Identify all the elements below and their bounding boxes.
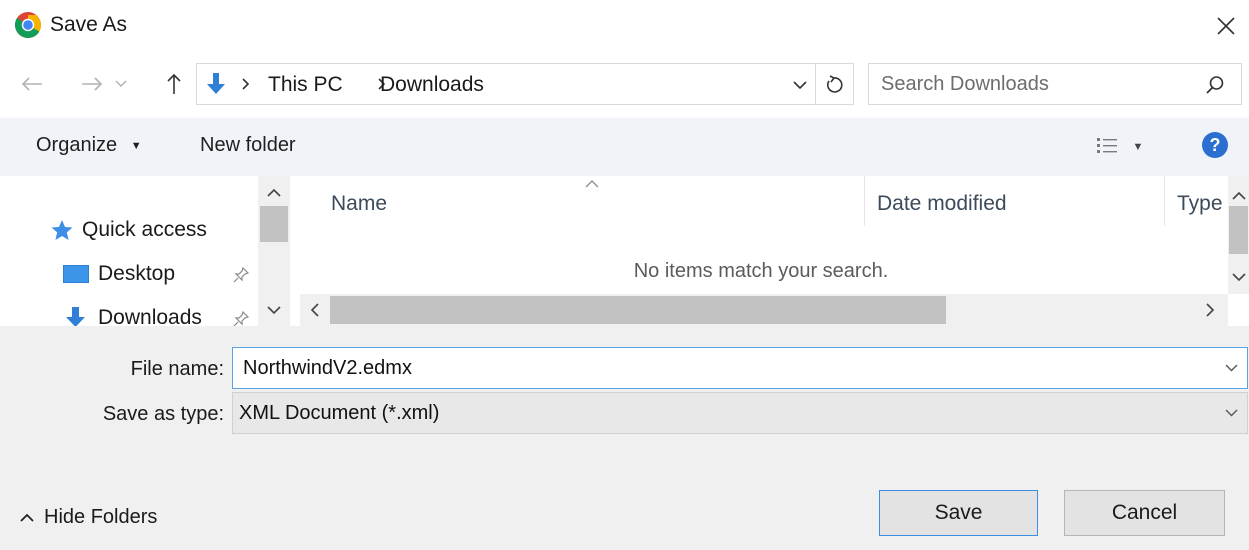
scroll-up-icon[interactable] (1230, 186, 1248, 204)
desktop-icon (63, 265, 89, 283)
breadcrumb-this-pc[interactable]: This PC (268, 73, 343, 97)
organize-button[interactable]: Organize ▼ (36, 134, 142, 157)
empty-message: No items match your search. (633, 260, 889, 282)
change-view-button[interactable]: ▼ (1088, 133, 1150, 161)
file-name-input[interactable] (243, 348, 1203, 388)
nav-pane-scrollbar[interactable] (258, 176, 290, 326)
save-as-type-label: Save as type: (102, 403, 224, 425)
pin-icon (230, 308, 252, 326)
scroll-thumb[interactable] (330, 296, 946, 324)
file-list-horizontal-scrollbar[interactable] (300, 294, 1228, 326)
hide-folders-button[interactable]: Hide Folders (20, 506, 157, 529)
window-title: Save As (50, 13, 128, 36)
help-button[interactable]: ? (1200, 130, 1230, 160)
chevron-down-icon (793, 80, 807, 89)
svg-text:?: ? (1210, 135, 1221, 155)
save-button[interactable]: Save (879, 490, 1038, 536)
breadcrumb-downloads[interactable]: Downloads (380, 73, 484, 97)
scroll-down-icon[interactable] (264, 300, 284, 320)
up-button[interactable] (160, 64, 188, 104)
download-folder-icon (203, 71, 229, 97)
chevron-down-icon (115, 80, 127, 88)
chrome-icon (14, 11, 42, 39)
save-as-type-select[interactable]: XML Document (*.xml) (232, 392, 1248, 434)
dropdown-caret-icon: ▼ (1132, 141, 1144, 153)
column-divider (864, 176, 865, 226)
close-icon (1217, 17, 1235, 35)
nav-item-downloads[interactable]: Downloads (62, 306, 202, 326)
scroll-up-icon[interactable] (264, 182, 284, 202)
nav-item-desktop[interactable]: Desktop (62, 262, 175, 286)
refresh-icon (826, 75, 843, 93)
refresh-button[interactable] (819, 70, 849, 100)
breadcrumb-separator-icon (239, 75, 253, 93)
file-name-dropdown-button[interactable] (1223, 360, 1239, 376)
close-button[interactable] (1206, 6, 1246, 46)
scroll-left-icon[interactable] (304, 300, 324, 320)
organize-label: Organize (36, 134, 118, 156)
up-arrow-icon (167, 73, 181, 94)
file-name-combobox[interactable] (232, 347, 1248, 389)
save-as-type-value: XML Document (*.xml) (239, 402, 440, 424)
command-toolbar: Organize ▼ New folder ▼ ? (0, 118, 1249, 176)
search-box[interactable] (868, 63, 1242, 105)
column-divider (1164, 176, 1165, 226)
nav-item-label: Downloads (98, 306, 202, 326)
scroll-thumb[interactable] (260, 206, 288, 242)
address-dropdown-button[interactable] (789, 76, 811, 94)
address-bar[interactable]: This PC Downloads (196, 63, 854, 105)
pin-icon (230, 264, 252, 286)
divider (815, 64, 816, 104)
forward-arrow-icon (82, 77, 103, 91)
chevron-up-icon (20, 513, 34, 522)
scroll-right-icon[interactable] (1200, 300, 1220, 320)
back-arrow-icon (21, 77, 42, 91)
scroll-down-icon[interactable] (1230, 268, 1248, 286)
scroll-thumb[interactable] (1229, 206, 1248, 254)
sort-ascending-icon (582, 178, 602, 190)
chevron-down-icon (1225, 409, 1237, 417)
star-icon (51, 220, 73, 240)
new-folder-button[interactable]: New folder (200, 134, 296, 157)
search-icon (1203, 73, 1227, 97)
title-bar (0, 0, 1249, 52)
column-header-type[interactable]: Type (1177, 192, 1223, 216)
nav-item-label: Quick access (82, 218, 207, 241)
dropdown-caret-icon: ▼ (130, 140, 142, 152)
chevron-down-icon (1225, 364, 1237, 372)
help-icon: ? (1202, 132, 1228, 158)
view-details-icon (1096, 138, 1117, 153)
nav-item-quick-access[interactable]: Quick access (50, 218, 207, 242)
column-header-name[interactable]: Name (331, 192, 387, 216)
column-header-date-modified[interactable]: Date modified (877, 192, 1007, 216)
save-as-type-dropdown-button[interactable] (1223, 405, 1239, 421)
recent-locations-button[interactable] (110, 64, 132, 104)
download-icon (66, 307, 85, 326)
forward-button[interactable] (78, 64, 106, 104)
nav-item-label: Desktop (98, 262, 176, 285)
navigation-pane: Quick access Desktop Downloads (0, 176, 296, 326)
file-list-vertical-scrollbar[interactable] (1228, 176, 1249, 294)
file-name-label: File name: (130, 358, 224, 380)
hide-folders-label: Hide Folders (44, 506, 158, 528)
search-input[interactable] (881, 64, 1181, 104)
back-button[interactable] (18, 64, 46, 104)
cancel-button[interactable]: Cancel (1064, 490, 1225, 536)
